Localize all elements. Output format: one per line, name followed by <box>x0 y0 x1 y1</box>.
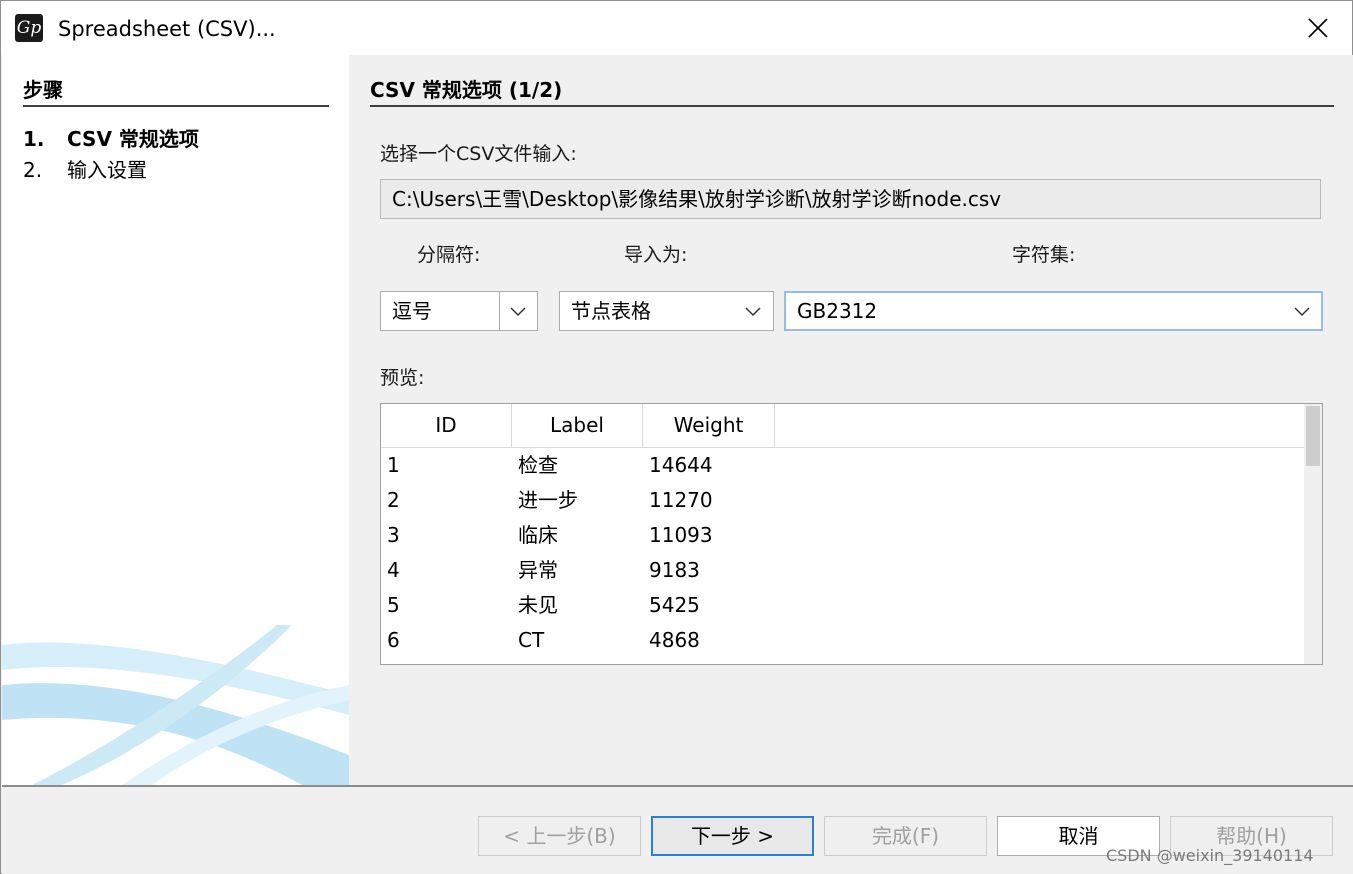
table-header: ID Label Weight <box>381 404 1304 448</box>
close-button[interactable] <box>1285 1 1351 55</box>
cell-weight: 9183 <box>649 558 700 582</box>
table-row: 1 检查 14644 <box>381 448 1304 483</box>
step-number: 2. <box>23 158 43 182</box>
steps-divider <box>23 105 329 107</box>
column-header-label[interactable]: Label <box>512 404 643 447</box>
column-header-weight[interactable]: Weight <box>643 404 775 447</box>
finish-button[interactable]: 完成(F) <box>824 816 987 856</box>
cell-weight: 4868 <box>649 628 700 652</box>
step-label: CSV 常规选项 <box>67 127 199 151</box>
chevron-down-icon <box>745 307 761 317</box>
table-row: 6 CT 4868 <box>381 623 1304 658</box>
section-title: CSV 常规选项 (1/2) <box>370 78 563 102</box>
gephi-app-icon: Gp <box>15 14 43 42</box>
scrollbar-thumb[interactable] <box>1306 406 1320 466</box>
separator-label: 分隔符: <box>417 244 481 266</box>
dialog-window: Gp Spreadsheet (CSV)... 步骤 1. CSV 常规选项 2.… <box>0 0 1353 874</box>
table-row: 5 未见 5425 <box>381 588 1304 623</box>
charset-dropdown[interactable]: GB2312 <box>784 291 1323 331</box>
cell-label: CT <box>518 628 545 652</box>
preview-table[interactable]: ID Label Weight 1 检查 14644 2 进一步 11270 3… <box>380 403 1323 665</box>
cell-label: 未见 <box>518 593 558 617</box>
csdn-watermark: CSDN @weixin_39140114 <box>1106 846 1314 865</box>
next-button[interactable]: 下一步 > <box>651 816 814 856</box>
steps-title: 步骤 <box>23 78 63 102</box>
step-number: 1. <box>23 127 45 151</box>
cell-label: 进一步 <box>518 488 578 512</box>
title-bar: Gp Spreadsheet (CSV)... <box>1 1 1352 55</box>
cell-id: 2 <box>387 488 400 512</box>
table-row: 2 进一步 11270 <box>381 483 1304 518</box>
vertical-scrollbar[interactable] <box>1304 404 1322 664</box>
cell-label: 异常 <box>518 558 558 582</box>
chevron-down-icon <box>510 307 526 317</box>
dropdown-divider <box>499 292 500 330</box>
cell-weight: 5425 <box>649 593 700 617</box>
decorative-swoosh-graphic <box>2 625 349 785</box>
import-as-value: 节点表格 <box>571 299 651 323</box>
window-title: Spreadsheet (CSV)... <box>58 17 276 41</box>
cell-weight: 11270 <box>649 488 713 512</box>
import-as-dropdown[interactable]: 节点表格 <box>559 291 774 331</box>
table-row: 4 异常 9183 <box>381 553 1304 588</box>
cell-weight: 14644 <box>649 453 713 477</box>
cell-id: 4 <box>387 558 400 582</box>
cell-label: 临床 <box>518 523 558 547</box>
cell-label: 检查 <box>518 453 558 477</box>
step-item-input-settings: 2. 输入设置 <box>23 156 147 184</box>
cell-weight: 11093 <box>649 523 713 547</box>
chevron-down-icon <box>1294 307 1310 317</box>
preview-label: 预览: <box>380 367 425 389</box>
separator-dropdown[interactable]: 逗号 <box>380 291 538 331</box>
charset-value: GB2312 <box>797 299 878 323</box>
step-label: 输入设置 <box>67 158 147 182</box>
separator-value: 逗号 <box>392 299 432 323</box>
main-content: CSV 常规选项 (1/2) 选择一个CSV文件输入: C:\Users\王雪\… <box>349 55 1353 785</box>
file-prompt-label: 选择一个CSV文件输入: <box>380 143 577 165</box>
import-as-label: 导入为: <box>624 244 688 266</box>
file-path-field[interactable]: C:\Users\王雪\Desktop\影像结果\放射学诊断\放射学诊断node… <box>380 179 1321 219</box>
cell-id: 6 <box>387 628 400 652</box>
step-item-csv-options: 1. CSV 常规选项 <box>23 125 199 153</box>
cell-id: 5 <box>387 593 400 617</box>
steps-panel: 步骤 1. CSV 常规选项 2. 输入设置 <box>2 55 349 785</box>
table-row: 3 临床 11093 <box>381 518 1304 553</box>
close-icon <box>1308 18 1328 38</box>
charset-label: 字符集: <box>1012 244 1076 266</box>
column-header-id[interactable]: ID <box>381 404 512 447</box>
cell-id: 3 <box>387 523 400 547</box>
previous-button[interactable]: < 上一步(B) <box>478 816 641 856</box>
section-divider <box>370 105 1334 107</box>
cell-id: 1 <box>387 453 400 477</box>
